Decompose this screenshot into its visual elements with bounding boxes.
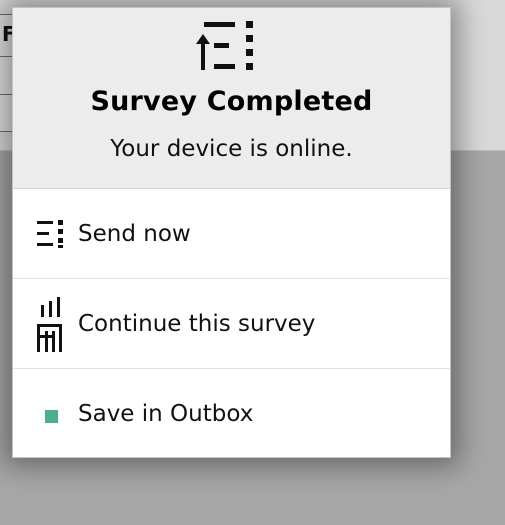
survey-completed-dialog: Survey Completed Your device is online. … <box>12 7 451 458</box>
dialog-subtitle: Your device is online. <box>110 136 353 162</box>
send-now-label: Send now <box>78 220 191 247</box>
send-now-option[interactable]: Send now <box>13 189 450 279</box>
save-in-outbox-label: Save in Outbox <box>78 400 254 427</box>
continue-survey-label: Continue this survey <box>78 310 316 337</box>
continue-survey-option[interactable]: Continue this survey <box>13 279 450 369</box>
save-in-outbox-option[interactable]: Save in Outbox <box>13 369 450 458</box>
dialog-title: Survey Completed <box>90 86 373 117</box>
send-list-icon <box>31 189 71 278</box>
outbox-square-icon <box>31 369 71 458</box>
upload-list-icon <box>196 20 258 72</box>
dialog-header: Survey Completed Your device is online. <box>13 8 450 189</box>
continue-survey-icon <box>31 279 71 368</box>
